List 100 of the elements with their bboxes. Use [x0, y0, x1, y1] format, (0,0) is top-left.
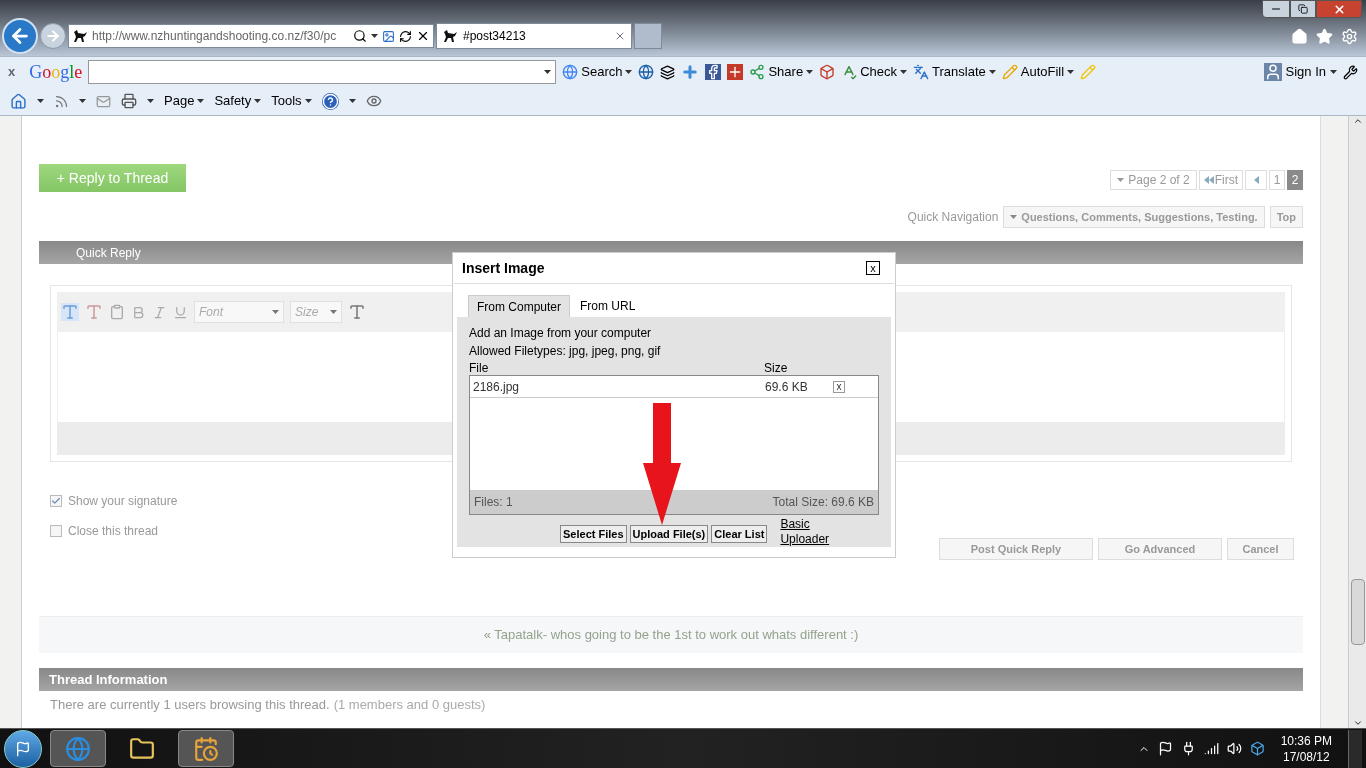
caret-icon	[254, 99, 262, 103]
print-icon[interactable]	[121, 93, 137, 109]
tab-title: #post34213	[463, 28, 527, 45]
file-name: 2186.jpg	[473, 378, 521, 396]
google-logo: Google	[29, 60, 83, 84]
menu-button[interactable]: Page	[164, 91, 205, 111]
caret-icon	[272, 310, 279, 314]
spell-check-icon	[841, 64, 858, 80]
wrench-icon[interactable]	[1343, 64, 1358, 80]
scrollbar[interactable]	[1348, 116, 1366, 728]
column-header: Size	[764, 362, 788, 374]
dialog-tab[interactable]: From Computer	[468, 295, 571, 317]
stop-icon[interactable]	[416, 29, 430, 43]
close-icon	[1332, 2, 1346, 16]
folder-icon	[129, 735, 155, 762]
close-button[interactable]: x	[866, 261, 880, 275]
plus-icon[interactable]	[727, 64, 744, 80]
compatibility-icon[interactable]	[382, 29, 395, 43]
signal-icon[interactable]	[1203, 741, 1219, 756]
start-button[interactable]	[4, 729, 42, 768]
eye-icon[interactable]	[365, 93, 382, 109]
caret-icon	[900, 70, 907, 74]
back-button[interactable]	[2, 18, 38, 54]
allowed-filetypes: Allowed Filetypes: jpg, jpeg, png, gif	[469, 343, 662, 360]
upload-button[interactable]: Upload File(s)	[629, 525, 709, 543]
flag-icon[interactable]	[1157, 741, 1173, 756]
menu-button[interactable]: Safety	[214, 91, 262, 111]
toolbar-button[interactable]: Search	[562, 62, 633, 82]
remove-file-button[interactable]: x	[833, 380, 845, 393]
address-text: http://www.nzhuntingandshooting.co.nz/f30/pc	[92, 28, 338, 45]
minimize-button[interactable]	[1262, 0, 1290, 18]
user-icon	[1263, 63, 1282, 81]
settings-icon[interactable]	[1341, 28, 1358, 45]
arrow-right-icon	[45, 28, 61, 44]
pencil-icon	[1001, 64, 1018, 80]
scroll-up-icon[interactable]	[1352, 116, 1363, 126]
scrollbar-thumb[interactable]	[1350, 579, 1365, 645]
clock[interactable]: 10:36 PM 17/08/12	[1280, 732, 1332, 765]
mail-icon[interactable]	[96, 93, 111, 109]
caret-icon	[625, 70, 633, 74]
forward-button[interactable]	[40, 23, 66, 49]
box-icon[interactable]	[1249, 741, 1265, 756]
caret-icon	[348, 99, 356, 103]
restore-icon	[1298, 4, 1308, 14]
browsing-text: There are currently 1 users browsing this thread.	[50, 696, 330, 714]
search-icon[interactable]	[353, 29, 367, 43]
close-toolbar-button[interactable]: x	[8, 62, 16, 82]
share-icon	[749, 64, 766, 80]
previous-icon	[1253, 176, 1259, 184]
box-icon[interactable]	[819, 64, 836, 80]
option-label: Close this thread	[68, 523, 159, 540]
previous-page-link[interactable]	[1245, 170, 1267, 190]
refresh-icon[interactable]	[399, 29, 412, 43]
home-icon[interactable]	[10, 92, 27, 110]
feeds-icon[interactable]	[54, 93, 69, 109]
globe-icon[interactable]	[638, 64, 655, 80]
address-bar[interactable]: http://www.nzhuntingandshooting.co.nz/f30/pc	[68, 24, 434, 48]
sign-in-button[interactable]: Sign In	[1263, 62, 1337, 82]
caret-icon	[544, 70, 552, 74]
caret-icon	[371, 34, 378, 38]
caret-icon	[1010, 215, 1018, 219]
deer-icon	[442, 29, 458, 43]
menu-button[interactable]: Tools	[271, 91, 312, 111]
close-tab-icon[interactable]	[614, 30, 626, 42]
caret-icon	[988, 70, 996, 74]
toolbar-button[interactable]: Check	[841, 62, 907, 82]
caret-icon	[806, 70, 814, 74]
file-count: Files: 1	[474, 494, 513, 511]
windows-icon	[15, 740, 31, 757]
basic-uploader-link[interactable]: Basic Uploader	[780, 517, 837, 547]
pages-icon[interactable]	[660, 64, 676, 80]
volume-icon[interactable]	[1226, 741, 1242, 756]
close-button[interactable]	[1316, 0, 1362, 18]
upload-intro: Add an Image from your computer	[469, 325, 653, 342]
plus-icon[interactable]	[681, 63, 700, 81]
toolbar-button[interactable]: Translate	[913, 62, 996, 82]
scroll-down-icon[interactable]	[1352, 718, 1363, 728]
checkbox[interactable]	[50, 495, 62, 507]
browsing-note: (1 members and 0 guests)	[333, 696, 486, 714]
favorites-icon[interactable]	[1316, 28, 1333, 45]
restore-button[interactable]	[1290, 0, 1316, 18]
facebook-icon[interactable]	[705, 64, 722, 80]
font-color-icon[interactable]	[348, 303, 366, 321]
caret-icon	[147, 99, 154, 103]
double-arrow-icon	[1203, 176, 1214, 184]
caret-icon	[1330, 70, 1337, 74]
translate-icon	[913, 64, 929, 80]
help-icon[interactable]	[321, 92, 339, 110]
caret-icon	[1117, 178, 1125, 182]
checkbox[interactable]	[50, 525, 62, 537]
show-desktop-button[interactable]	[1348, 729, 1362, 768]
toolbar-button[interactable]: AutoFill	[1001, 62, 1075, 82]
caret-icon	[197, 99, 205, 103]
quick-navigation-label: Quick Navigation	[907, 209, 999, 226]
globe-icon	[562, 64, 579, 80]
upload-button[interactable]: Clear List	[711, 525, 768, 543]
upload-button[interactable]: Select Files	[560, 525, 627, 543]
toolbar-button[interactable]: Share	[749, 62, 814, 82]
browser-tab[interactable]: #post34213	[436, 23, 632, 49]
calendar-icon	[193, 735, 219, 762]
